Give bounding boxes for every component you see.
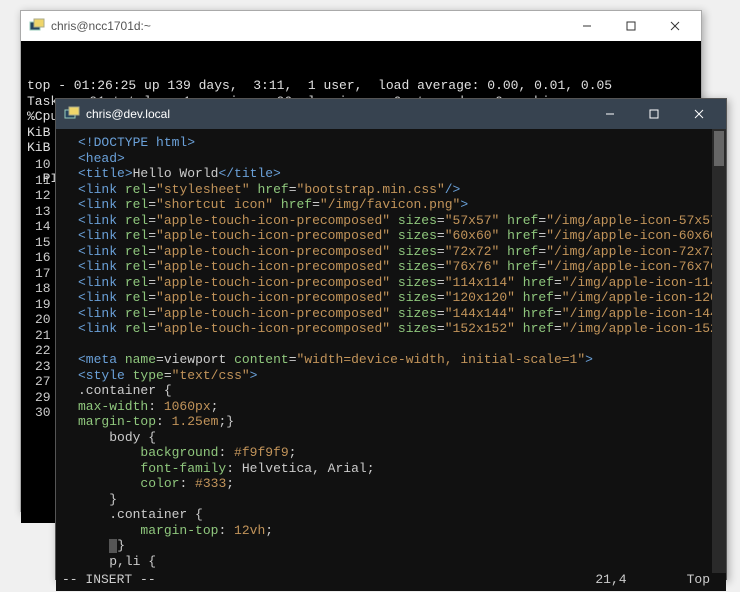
window-title: chris@dev.local	[86, 107, 588, 121]
terminal-window-front: chris@dev.local <!DOCTYPE html> <head> <…	[55, 98, 727, 580]
maximize-button[interactable]	[609, 11, 653, 41]
minimize-button[interactable]	[588, 99, 632, 129]
close-button[interactable]	[676, 99, 722, 129]
putty-icon	[29, 18, 45, 34]
vim-cursor-pos: 21,4	[595, 572, 626, 588]
scrollbar-thumb[interactable]	[714, 131, 724, 166]
putty-icon	[64, 106, 80, 122]
scrollbar[interactable]	[712, 129, 726, 573]
titlebar-front[interactable]: chris@dev.local	[56, 99, 726, 129]
minimize-button[interactable]	[565, 11, 609, 41]
close-button[interactable]	[653, 11, 697, 41]
window-title: chris@ncc1701d:~	[51, 19, 565, 33]
maximize-button[interactable]	[632, 99, 676, 129]
vim-mode: -- INSERT --	[62, 572, 595, 588]
editor-area[interactable]: <!DOCTYPE html> <head> <title>Hello Worl…	[56, 129, 726, 591]
titlebar-back[interactable]: chris@ncc1701d:~	[21, 11, 701, 41]
vim-scroll-pos: Top	[687, 572, 710, 588]
vim-statusline: -- INSERT -- 21,4 Top	[62, 572, 710, 588]
